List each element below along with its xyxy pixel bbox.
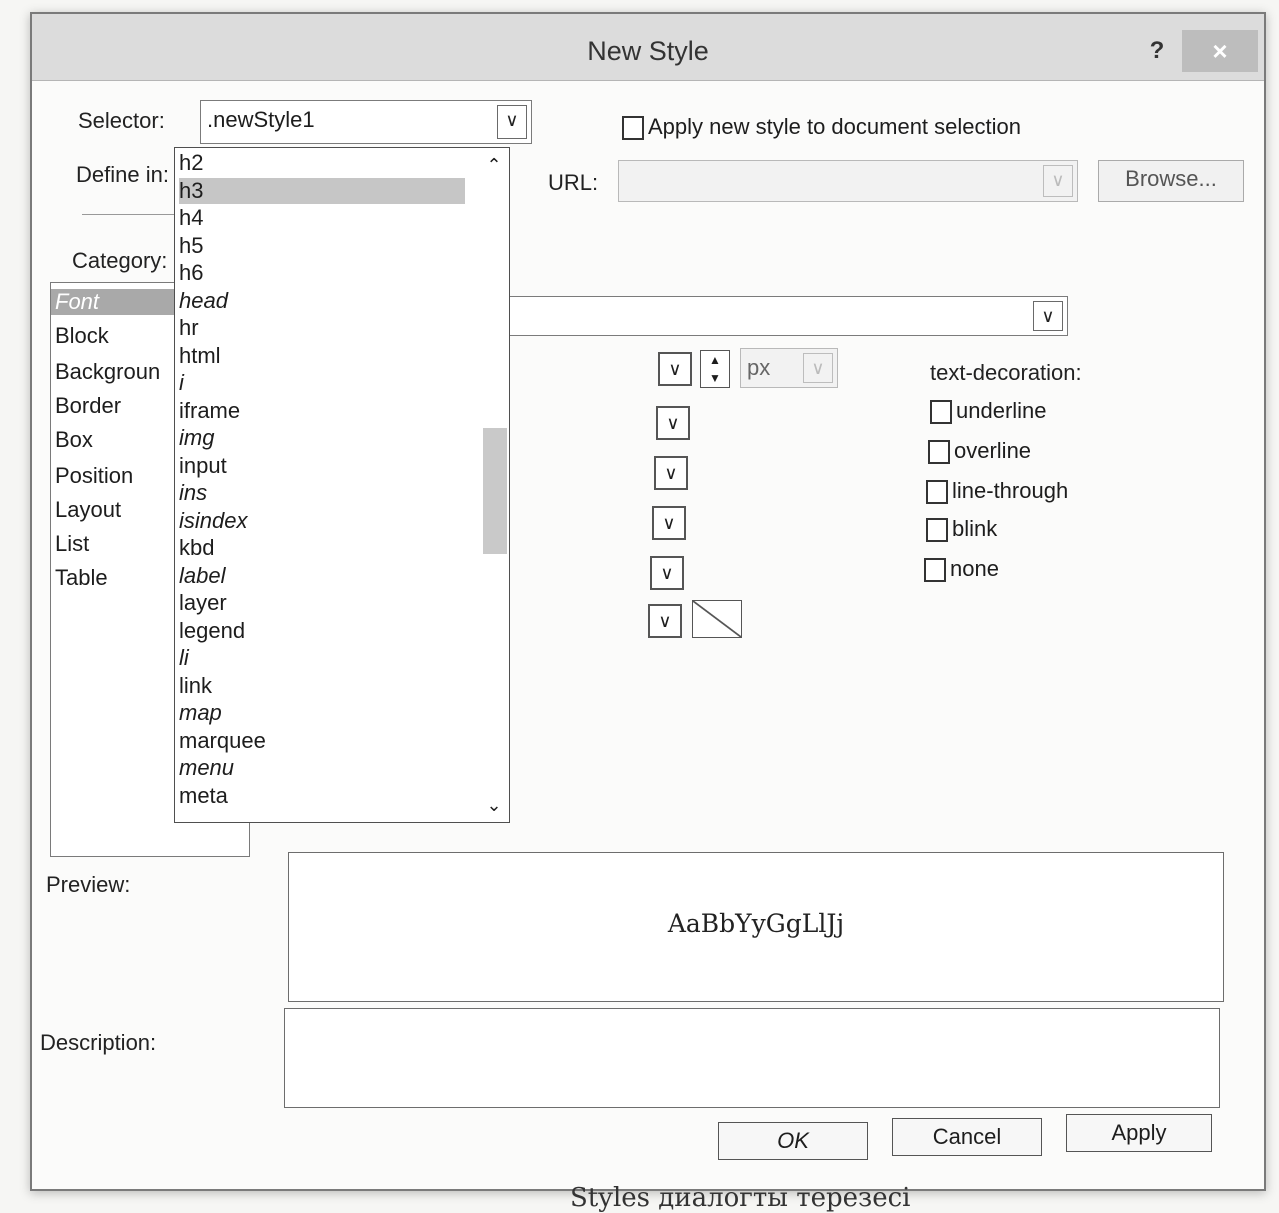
none-checkbox[interactable]: none — [924, 556, 999, 583]
list-item[interactable]: label — [179, 563, 225, 589]
apply-button[interactable]: Apply — [1066, 1114, 1212, 1152]
cancel-button[interactable]: Cancel — [892, 1118, 1042, 1156]
line-through-checkbox[interactable]: line-through — [926, 478, 1069, 505]
stepper-down-icon[interactable]: ▼ — [701, 371, 729, 385]
list-item[interactable]: input — [179, 453, 227, 479]
chevron-up-icon[interactable]: ⌃ — [479, 152, 509, 178]
list-item[interactable]: h6 — [179, 260, 203, 286]
stepper-up-icon[interactable]: ▲ — [701, 353, 729, 367]
chevron-down-icon: ∨ — [1043, 165, 1073, 197]
category-item-font[interactable]: Font — [51, 289, 179, 315]
list-item[interactable]: layer — [179, 590, 227, 616]
category-label: Category: — [72, 248, 168, 273]
scrollbar-thumb[interactable] — [483, 428, 507, 554]
list-item[interactable]: map — [179, 700, 222, 726]
blink-checkbox[interactable]: blink — [926, 516, 998, 543]
color-dropdown-button[interactable]: ∨ — [648, 604, 682, 638]
underline-checkbox[interactable]: underline — [930, 398, 1047, 425]
list-item[interactable]: head — [179, 288, 228, 314]
ok-button[interactable]: OK — [718, 1122, 868, 1160]
font-size-dropdown-button[interactable]: ∨ — [658, 352, 692, 386]
list-item[interactable]: marquee — [179, 728, 266, 754]
list-item[interactable]: img — [179, 425, 214, 451]
chevron-down-icon[interactable]: ∨ — [1033, 301, 1063, 331]
list-item[interactable]: isindex — [179, 508, 247, 534]
selector-value: .newStyle1 — [207, 107, 315, 132]
chevron-down-icon[interactable]: ∨ — [497, 105, 527, 139]
list-item[interactable]: i — [179, 370, 184, 396]
text-transform-dropdown-button[interactable]: ∨ — [650, 556, 684, 590]
category-item-layout[interactable]: Layout — [51, 497, 179, 523]
selector-label: Selector: — [78, 108, 165, 133]
category-item-block[interactable]: Block — [51, 323, 179, 349]
category-item-box[interactable]: Box — [51, 427, 179, 453]
list-item[interactable]: menu — [179, 755, 234, 781]
dialog-title: New Style — [587, 36, 709, 66]
overline-checkbox[interactable]: overline — [928, 438, 1032, 465]
checkbox-icon — [926, 480, 948, 505]
list-item[interactable]: meta — [179, 783, 228, 809]
category-item-table[interactable]: Table — [51, 565, 179, 591]
list-item[interactable]: li — [179, 645, 189, 671]
font-weight-dropdown-button[interactable]: ∨ — [656, 406, 690, 440]
url-label: URL: — [548, 170, 599, 195]
checkbox-icon — [622, 116, 644, 141]
line-through-label: line-through — [952, 478, 1069, 503]
preview-label: Preview: — [46, 872, 131, 897]
unit-value: px — [747, 355, 771, 380]
font-style-dropdown-button[interactable]: ∨ — [654, 456, 688, 490]
font-size-stepper[interactable]: ▲ ▼ — [700, 350, 730, 388]
apply-new-style-label: Apply new style to document selection — [648, 114, 1021, 139]
list-item[interactable]: link — [179, 673, 212, 699]
list-item[interactable]: h4 — [179, 205, 203, 231]
figure-caption: Styles диалогты терезесі — [570, 1183, 911, 1213]
color-swatch[interactable] — [692, 600, 742, 638]
list-item[interactable]: h5 — [179, 233, 203, 259]
list-item[interactable]: iframe — [179, 398, 240, 424]
none-label: none — [950, 556, 999, 581]
list-item[interactable]: h3 — [179, 178, 465, 204]
category-item-background[interactable]: Backgroun — [51, 359, 179, 385]
define-in-label: Define in: — [76, 162, 169, 187]
list-item[interactable]: html — [179, 343, 221, 369]
category-item-list[interactable]: List — [51, 531, 179, 557]
dropdown-scrollbar[interactable]: ⌃ ⌄ — [479, 148, 509, 822]
preview-sample-text: AaBbYyGgLlJj — [667, 909, 845, 938]
list-item[interactable]: hr — [179, 315, 199, 341]
text-decoration-label: text-decoration: — [930, 360, 1082, 385]
checkbox-icon — [928, 440, 950, 465]
list-item[interactable]: ins — [179, 480, 207, 506]
close-button[interactable]: × — [1182, 30, 1258, 72]
help-button[interactable]: ? — [1142, 34, 1172, 68]
apply-new-style-checkbox[interactable]: Apply new style to document selection — [622, 114, 1021, 141]
title-bar: New Style ? × — [32, 14, 1264, 81]
chevron-down-icon[interactable]: ⌄ — [479, 792, 509, 818]
new-style-dialog: New Style ? × Selector: .newStyle1 ∨ App… — [30, 12, 1266, 1191]
checkbox-icon — [930, 400, 952, 425]
list-item[interactable]: kbd — [179, 535, 214, 561]
checkbox-icon — [924, 558, 946, 583]
selector-combo[interactable]: .newStyle1 ∨ — [200, 100, 532, 144]
underline-label: underline — [956, 398, 1047, 423]
blink-label: blink — [952, 516, 998, 541]
url-combo: ∨ — [618, 160, 1078, 202]
category-item-border[interactable]: Border — [51, 393, 179, 419]
list-item[interactable]: legend — [179, 618, 245, 644]
category-item-position[interactable]: Position — [51, 463, 179, 489]
preview-box: AaBbYyGgLlJj — [288, 852, 1224, 1002]
chevron-down-icon: ∨ — [803, 353, 833, 383]
description-label: Description: — [40, 1030, 157, 1055]
list-item[interactable]: h2 — [179, 150, 203, 176]
font-variant-dropdown-button[interactable]: ∨ — [652, 506, 686, 540]
checkbox-icon — [926, 518, 948, 543]
browse-button[interactable]: Browse... — [1098, 160, 1244, 202]
overline-label: overline — [954, 438, 1032, 463]
description-field[interactable] — [284, 1008, 1220, 1108]
unit-combo[interactable]: px ∨ — [740, 348, 838, 388]
selector-dropdown-list[interactable]: h2 h3 h4 h5 h6 head hr html i iframe img… — [174, 147, 510, 823]
